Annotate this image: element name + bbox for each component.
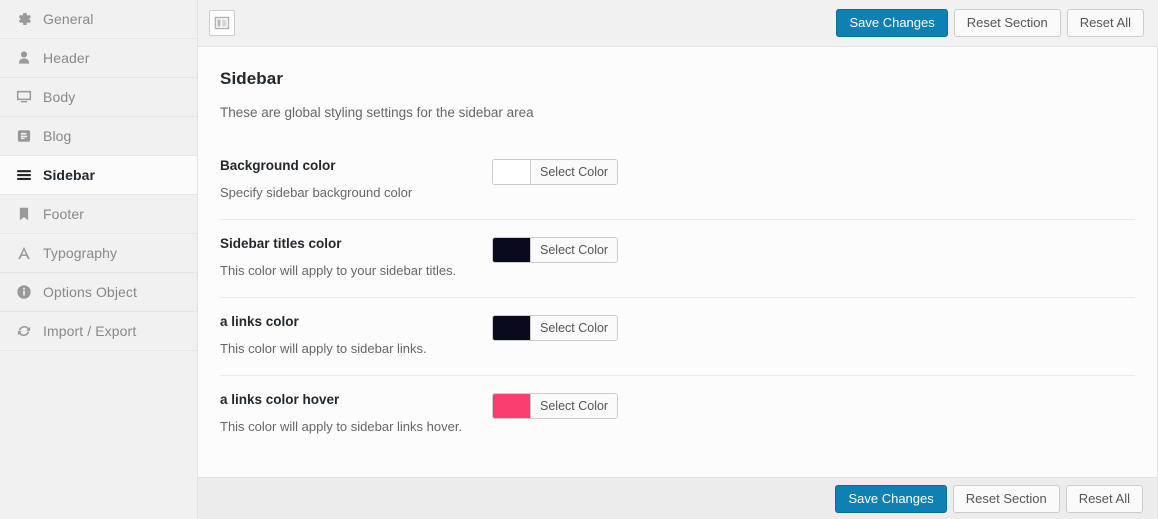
sidebar-item-label: Blog — [43, 128, 72, 144]
sidebar-item-label: Options Object — [43, 284, 137, 300]
sidebar-item-label: Sidebar — [43, 167, 96, 183]
color-swatch[interactable] — [493, 394, 531, 419]
sidebar-item-body[interactable]: Body — [0, 78, 197, 117]
blog-icon — [9, 127, 39, 145]
options-sidebar-nav: General Header Body Blog Sidebar Footer Typogr… — [0, 0, 198, 519]
field-label: Background color — [220, 158, 336, 173]
field-text-block: a links color hover This color will apply… — [220, 392, 492, 436]
color-swatch[interactable] — [493, 316, 531, 341]
sidebar-item-label: General — [43, 11, 94, 27]
options-footer-bar: Save Changes Reset Section Reset All — [198, 477, 1158, 519]
settings-field-list: Background color Specify sidebar backgrou… — [220, 142, 1135, 453]
page-subtitle: These are global styling settings for th… — [220, 105, 534, 120]
sidebar-item-sidebar[interactable]: Sidebar — [0, 156, 197, 195]
field-text-block: Background color Specify sidebar backgrou… — [220, 158, 492, 202]
color-setting-row: a links color hover This color will apply… — [220, 376, 1135, 453]
save-changes-button-top[interactable]: Save Changes — [836, 9, 948, 37]
info-icon — [9, 283, 39, 301]
select-color-button[interactable]: Select Color — [531, 238, 618, 263]
reset-section-button-bottom[interactable]: Reset Section — [952, 484, 1060, 513]
topbar-actions: Save Changes Reset Section Reset All — [836, 9, 1144, 37]
field-description: This color will apply to your sidebar ti… — [220, 263, 457, 279]
color-swatch[interactable] — [493, 160, 531, 184]
select-color-button[interactable]: Select Color — [531, 316, 618, 341]
layout-panel-icon-button[interactable] — [209, 10, 235, 36]
sidebar-item-blog[interactable]: Blog — [0, 117, 197, 156]
color-setting-row: a links color This color will apply to si… — [220, 298, 1135, 377]
sidebar-item-footer[interactable]: Footer — [0, 195, 197, 234]
field-label: a links color — [220, 314, 299, 330]
field-label: Sidebar titles color — [220, 236, 342, 252]
user-icon — [9, 49, 39, 67]
hamburger-icon — [9, 166, 39, 184]
field-text-block: Sidebar titles color This color will appl… — [220, 236, 492, 280]
field-description: This color will apply to sidebar links h… — [220, 419, 463, 435]
sidebar-item-import-export[interactable]: Import / Export — [0, 312, 197, 351]
color-setting-row: Background color Specify sidebar backgrou… — [220, 142, 1135, 221]
sync-arrows-icon — [9, 322, 39, 340]
color-picker-control[interactable]: Select Color — [492, 315, 619, 342]
reset-all-button-bottom[interactable]: Reset All — [1065, 484, 1143, 513]
color-swatch[interactable] — [493, 238, 531, 263]
options-topbar: Save Changes Reset Section Reset All — [198, 0, 1158, 47]
sidebar-item-label: Header — [43, 50, 90, 66]
sidebar-item-label: Typography — [43, 245, 118, 261]
select-color-button[interactable]: Select Color — [531, 160, 618, 184]
sidebar-item-general[interactable]: General — [0, 0, 197, 39]
letter-a-icon — [9, 244, 39, 262]
options-content-area: Save Changes Reset Section Reset All Sid… — [198, 0, 1158, 519]
sidebar-item-label: Body — [43, 89, 76, 105]
sidebar-item-typography[interactable]: Typography — [0, 234, 197, 273]
select-color-button[interactable]: Select Color — [531, 394, 618, 419]
field-label: a links color hover — [220, 392, 340, 408]
field-description: This color will apply to sidebar links. — [220, 341, 427, 357]
color-picker-control[interactable]: Select Color — [492, 159, 619, 185]
page-title: Sidebar — [220, 69, 284, 88]
sidebar-item-header[interactable]: Header — [0, 39, 197, 78]
bookmark-icon — [9, 205, 39, 223]
save-changes-button-bottom[interactable]: Save Changes — [835, 484, 947, 513]
field-text-block: a links color This color will apply to si… — [220, 314, 492, 358]
layout-panel-icon — [214, 16, 230, 30]
sidebar-item-label: Footer — [43, 206, 85, 222]
sidebar-item-options-object[interactable]: Options Object — [0, 273, 197, 312]
reset-all-button-top[interactable]: Reset All — [1066, 9, 1144, 37]
color-picker-control[interactable]: Select Color — [492, 393, 619, 420]
field-description: Specify sidebar background color — [220, 185, 413, 201]
color-setting-row: Sidebar titles color This color will appl… — [220, 220, 1135, 299]
theme-options-page: General Header Body Blog Sidebar Footer Typogr… — [0, 0, 1158, 519]
color-picker-control[interactable]: Select Color — [492, 237, 619, 264]
sidebar-item-label: Import / Export — [43, 323, 137, 339]
reset-section-button-top[interactable]: Reset Section — [953, 9, 1061, 37]
monitor-icon — [9, 88, 39, 106]
settings-panel: Sidebar These are global styling setting… — [198, 47, 1158, 477]
gear-icon — [9, 10, 39, 28]
